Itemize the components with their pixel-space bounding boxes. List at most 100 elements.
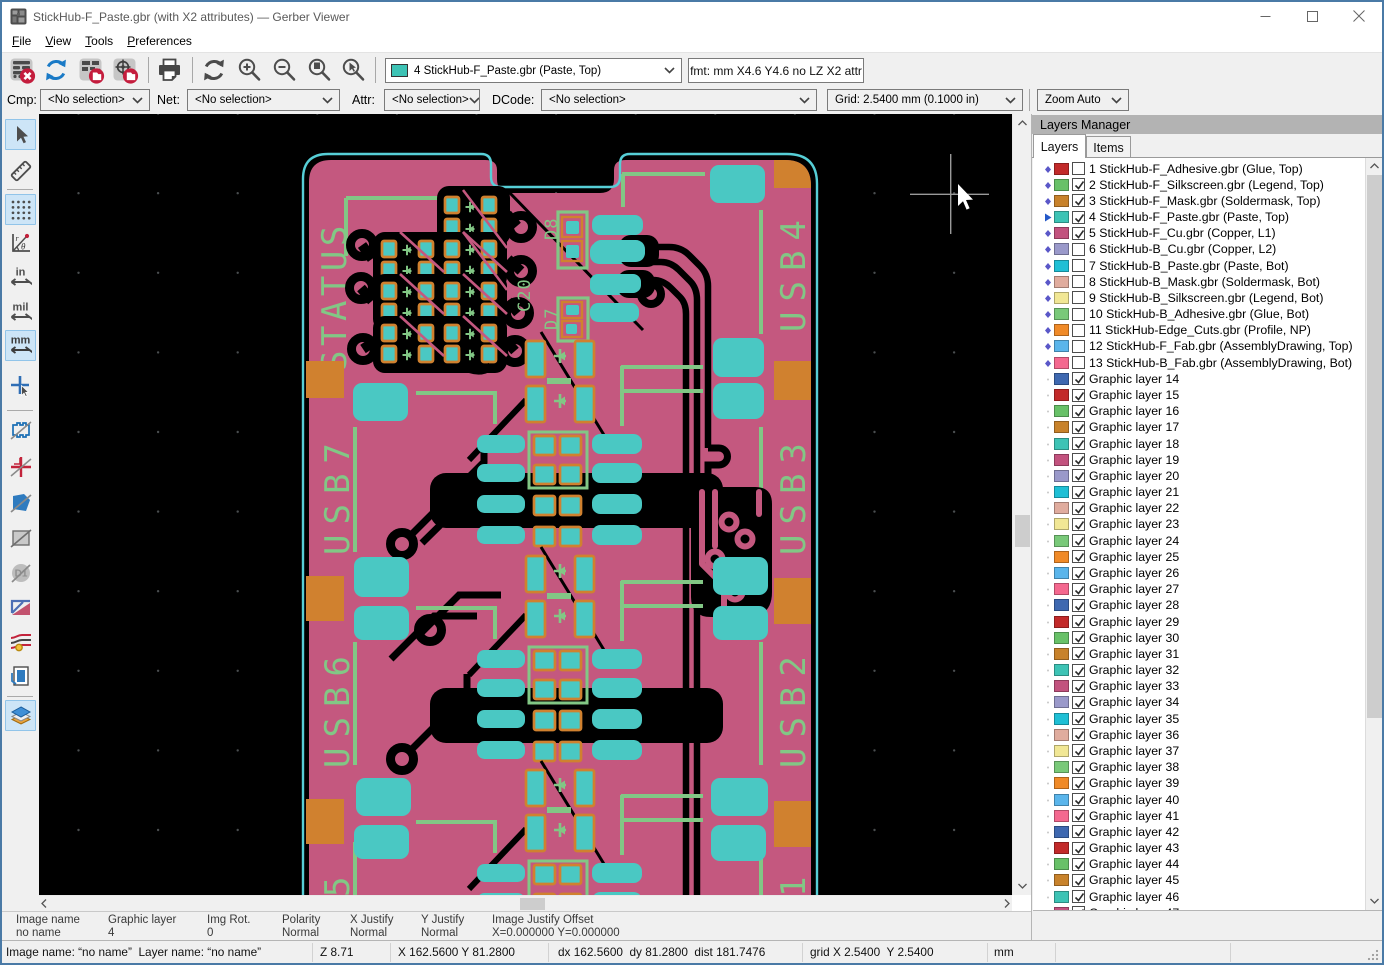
layer-visibility-checkbox[interactable] [1072, 372, 1085, 385]
layer-color-swatch[interactable] [1054, 518, 1069, 530]
layer-row[interactable]: Graphic layer 31 [1033, 645, 1363, 662]
layer-row[interactable]: Graphic layer 15 [1033, 387, 1363, 404]
active-layer-select[interactable]: 4 StickHub-F_Paste.gbr (Paste, Top) [385, 58, 682, 83]
layer-visibility-checkbox[interactable] [1072, 890, 1085, 903]
layer-visibility-checkbox[interactable] [1072, 647, 1085, 660]
layer-color-swatch[interactable] [1054, 907, 1069, 911]
layer-color-swatch[interactable] [1054, 874, 1069, 886]
layer-row[interactable]: 10 StickHub-B_Adhesive.gbr (Glue, Bot) [1033, 306, 1363, 323]
layer-visibility-checkbox[interactable] [1072, 194, 1085, 207]
layer-visibility-checkbox[interactable] [1072, 599, 1085, 612]
layer-color-swatch[interactable] [1054, 599, 1069, 611]
layer-color-swatch[interactable] [1054, 664, 1069, 676]
layer-color-swatch[interactable] [1054, 405, 1069, 417]
zoom-select[interactable]: Zoom Auto [1037, 89, 1129, 111]
layer-row[interactable]: Graphic layer 27 [1033, 581, 1363, 598]
cursor-shape-toggle[interactable] [5, 370, 36, 401]
layer-visibility-checkbox[interactable] [1072, 615, 1085, 628]
layer-color-swatch[interactable] [1054, 858, 1069, 870]
resize-grip[interactable] [1367, 949, 1379, 961]
layer-row[interactable]: 5 StickHub-F_Cu.gbr (Copper, L1) [1033, 225, 1363, 242]
layer-row[interactable]: Graphic layer 34 [1033, 694, 1363, 711]
polar-coords-toggle[interactable]: r θ [5, 227, 36, 258]
layer-row[interactable]: Graphic layer 14 [1033, 370, 1363, 387]
layer-row[interactable]: Graphic layer 21 [1033, 484, 1363, 501]
tab-layers[interactable]: Layers [1033, 134, 1086, 158]
layer-row[interactable]: 9 StickHub-B_Silkscreen.gbr (Legend, Bot… [1033, 289, 1363, 306]
layer-row[interactable]: Graphic layer 29 [1033, 613, 1363, 630]
measure-toggle[interactable] [5, 155, 36, 186]
layer-visibility-checkbox[interactable] [1072, 502, 1085, 515]
layer-color-swatch[interactable] [1054, 308, 1069, 320]
layer-row[interactable]: Graphic layer 32 [1033, 662, 1363, 679]
layer-row[interactable]: 2 StickHub-F_Silkscreen.gbr (Legend, Top… [1033, 176, 1363, 193]
layer-row[interactable]: Graphic layer 38 [1033, 759, 1363, 776]
scroll-up-arrow[interactable] [1366, 158, 1382, 174]
select-toggle[interactable] [5, 119, 36, 150]
canvas-horizontal-scrollbar[interactable] [39, 895, 1012, 911]
open-excellon-file-button[interactable] [110, 56, 140, 84]
layer-color-swatch[interactable] [1054, 826, 1069, 838]
zoom-in-button[interactable] [234, 56, 264, 84]
dcode-filter-select[interactable]: <No selection> [541, 89, 817, 111]
layer-row[interactable]: Graphic layer 41 [1033, 807, 1363, 824]
layer-color-swatch[interactable] [1054, 421, 1069, 433]
layer-row[interactable]: Graphic layer 20 [1033, 467, 1363, 484]
menu-tools[interactable]: Tools [78, 31, 120, 51]
layer-row[interactable]: 11 StickHub-Edge_Cuts.gbr (Profile, NP) [1033, 322, 1363, 339]
layer-color-swatch[interactable] [1054, 616, 1069, 628]
layer-color-swatch[interactable] [1054, 195, 1069, 207]
layer-color-swatch[interactable] [1054, 324, 1069, 336]
zoom-out-button[interactable] [269, 56, 299, 84]
layer-color-swatch[interactable] [1054, 227, 1069, 239]
layer-color-swatch[interactable] [1054, 745, 1069, 757]
spots-sketch-toggle[interactable] [5, 522, 36, 553]
layer-visibility-checkbox[interactable] [1072, 567, 1085, 580]
layer-visibility-checkbox[interactable] [1072, 437, 1085, 450]
layer-visibility-checkbox[interactable] [1072, 291, 1085, 304]
zoom-to-fit-button[interactable] [304, 56, 334, 84]
layer-visibility-checkbox[interactable] [1072, 664, 1085, 677]
layer-row[interactable]: 4 StickHub-F_Paste.gbr (Paste, Top) [1033, 209, 1363, 226]
layer-visibility-checkbox[interactable] [1072, 211, 1085, 224]
layer-visibility-checkbox[interactable] [1072, 761, 1085, 774]
layer-visibility-checkbox[interactable] [1072, 906, 1085, 911]
scrollbar-thumb[interactable] [520, 898, 545, 910]
dcodes-toggle[interactable] [5, 591, 36, 622]
layer-color-swatch[interactable] [1054, 260, 1069, 272]
scroll-down-arrow[interactable] [1013, 878, 1032, 894]
layer-row[interactable]: Graphic layer 17 [1033, 419, 1363, 436]
layer-visibility-checkbox[interactable] [1072, 453, 1085, 466]
layer-row[interactable]: 13 StickHub-B_Fab.gbr (AssemblyDrawing, … [1033, 354, 1363, 371]
layer-row[interactable]: Graphic layer 24 [1033, 532, 1363, 549]
layer-row[interactable]: Graphic layer 33 [1033, 678, 1363, 695]
clear-all-layers-button[interactable] [7, 56, 37, 84]
menu-view[interactable]: View [38, 31, 78, 51]
layer-row[interactable]: Graphic layer 22 [1033, 500, 1363, 517]
layer-row[interactable]: Graphic layer 36 [1033, 726, 1363, 743]
layer-visibility-checkbox[interactable] [1072, 227, 1085, 240]
layer-color-swatch[interactable] [1054, 211, 1069, 223]
layer-visibility-checkbox[interactable] [1072, 340, 1085, 353]
layer-visibility-checkbox[interactable] [1072, 275, 1085, 288]
layer-color-swatch[interactable] [1054, 454, 1069, 466]
layer-row[interactable]: Graphic layer 42 [1033, 823, 1363, 840]
layer-visibility-checkbox[interactable] [1072, 874, 1085, 887]
canvas-vertical-scrollbar[interactable] [1012, 114, 1031, 895]
layer-visibility-checkbox[interactable] [1072, 243, 1085, 256]
window-minimize-button[interactable] [1242, 2, 1288, 30]
net-filter-select[interactable]: <No selection> [187, 89, 340, 111]
layer-visibility-checkbox[interactable] [1072, 680, 1085, 693]
layer-visibility-checkbox[interactable] [1072, 518, 1085, 531]
page-limits-toggle[interactable] [5, 660, 36, 691]
scroll-right-arrow[interactable] [1004, 896, 1010, 912]
layer-row[interactable]: Graphic layer 43 [1033, 840, 1363, 857]
layer-color-swatch[interactable] [1054, 470, 1069, 482]
layer-row[interactable]: Graphic layer 19 [1033, 451, 1363, 468]
layer-visibility-checkbox[interactable] [1072, 534, 1085, 547]
layer-row[interactable]: Graphic layer 18 [1033, 435, 1363, 452]
layer-visibility-checkbox[interactable] [1072, 842, 1085, 855]
layer-color-swatch[interactable] [1054, 680, 1069, 692]
layer-color-swatch[interactable] [1054, 810, 1069, 822]
lines-sketch-toggle[interactable] [5, 451, 36, 482]
